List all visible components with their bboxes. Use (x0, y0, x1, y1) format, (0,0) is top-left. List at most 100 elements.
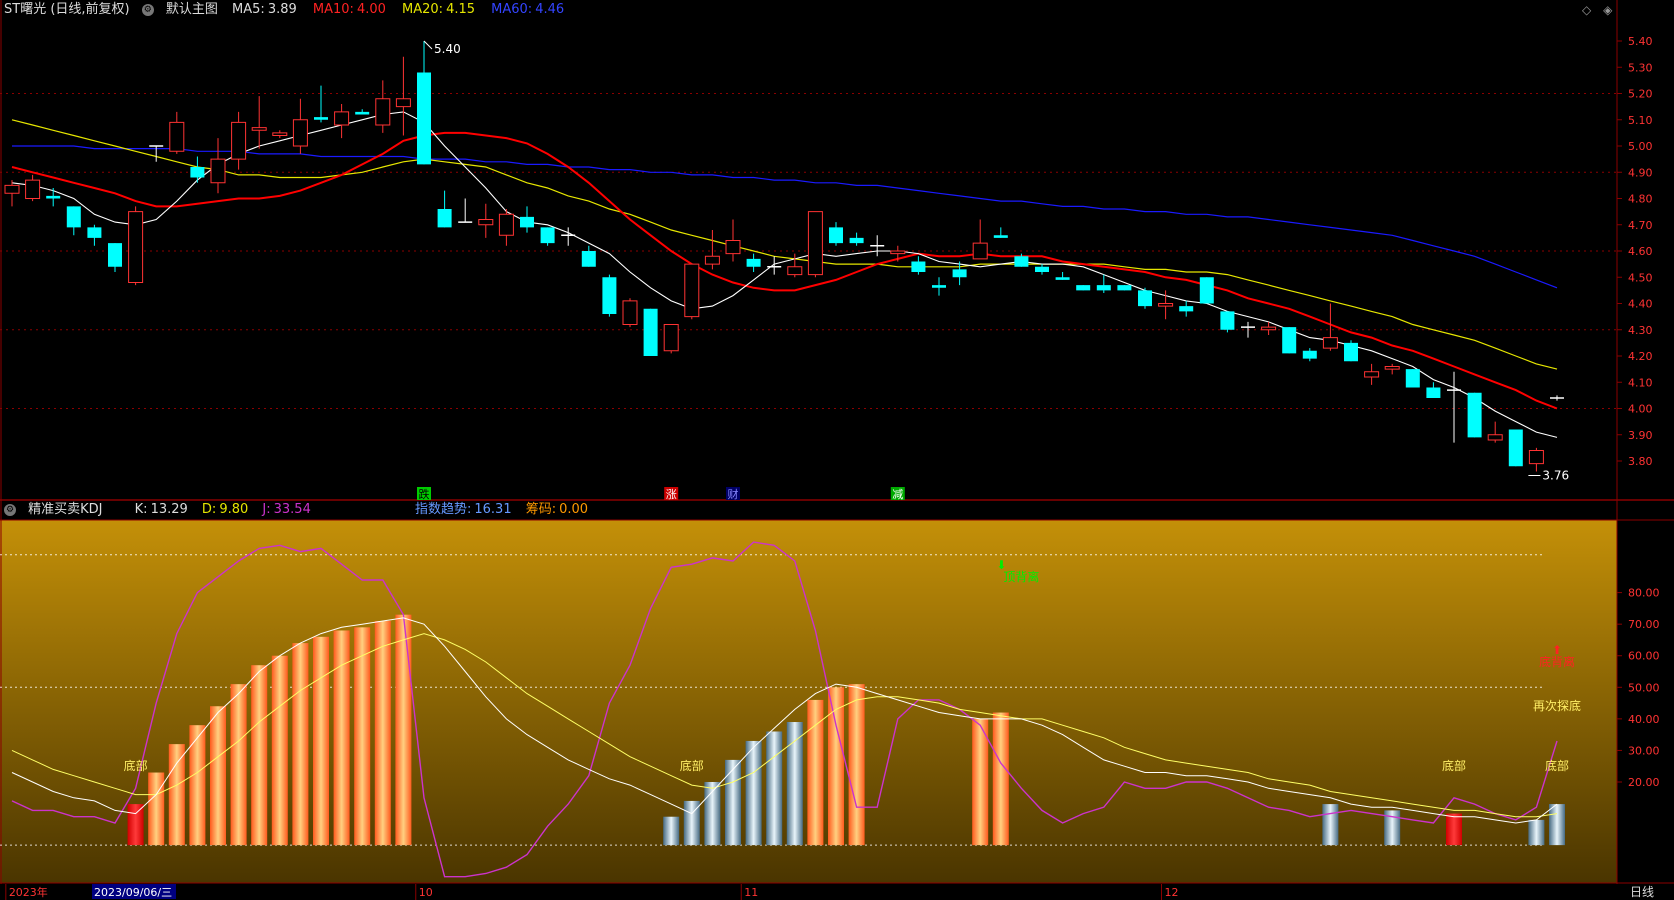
price-tick-label: 4.90 (1628, 166, 1653, 179)
candle-body (622, 300, 638, 325)
kdj-bar (395, 614, 412, 846)
kdj-tick-label: 80.00 (1628, 587, 1660, 600)
candle (231, 111, 247, 170)
price-tick-label: 4.60 (1628, 245, 1653, 258)
candle (395, 56, 411, 136)
candle (767, 256, 782, 275)
candle (829, 222, 843, 246)
candle (1302, 348, 1317, 362)
price-tick-label: 4.10 (1628, 376, 1653, 389)
price-tick-label: 4.30 (1628, 324, 1653, 337)
candle (25, 174, 41, 202)
candle (684, 263, 700, 320)
candle (1220, 311, 1235, 333)
candle (292, 98, 308, 154)
candle (87, 224, 102, 246)
price-tick-label: 4.70 (1628, 219, 1653, 232)
candle (1076, 285, 1091, 291)
event-marker-label: 财 (728, 487, 739, 501)
candle (746, 253, 761, 272)
candle (622, 298, 638, 328)
ma10-line (11, 131, 1558, 410)
kdj-tick-label: 50.00 (1628, 681, 1660, 694)
candle-body (4, 184, 20, 194)
kdj-bar (168, 744, 185, 846)
price-axis: 5.40 5.30 5.20 5.10 5.00 4.90 4.80 4.70 4.60 4.50… (1617, 35, 1653, 468)
price-tick-label: 5.20 (1628, 88, 1653, 101)
candle-body (25, 179, 41, 199)
event-marker-label: 减 (892, 488, 903, 501)
candle (1467, 392, 1482, 438)
kdj-tick-label: 60.00 (1628, 650, 1660, 663)
price-tick-label: 4.00 (1628, 403, 1653, 416)
price-tick-label: 4.80 (1628, 193, 1653, 206)
candle (1035, 264, 1049, 275)
price-tick-label: 5.30 (1628, 61, 1653, 74)
kdj-bar (1322, 804, 1339, 846)
candle (932, 277, 946, 296)
candle-body (684, 263, 700, 318)
candle (66, 206, 81, 236)
candle-body (1014, 256, 1029, 267)
candle (1179, 300, 1194, 317)
candle-body (787, 266, 803, 276)
candle-body (251, 127, 267, 131)
kdj-signal-label: 底部 (1442, 758, 1466, 773)
candle-body (704, 255, 720, 265)
max-price-label: 5.40 (434, 42, 461, 56)
kdj-axis: 80.00 70.00 60.00 50.00 40.00 30.00 20.00 (1617, 587, 1660, 789)
kdj-signal-label: 底背离 (1539, 654, 1575, 669)
kdj-tick-label: 30.00 (1628, 744, 1660, 757)
candle-body (1364, 371, 1380, 378)
candle-body (1158, 303, 1174, 307)
candle (1117, 285, 1132, 291)
candle-body (1508, 429, 1523, 467)
candle (849, 232, 864, 246)
kdj-signal-label: 底部 (680, 758, 704, 773)
candle-body (1302, 350, 1317, 359)
candle-body (272, 132, 288, 136)
candle-body (993, 235, 1008, 238)
candle (1405, 369, 1420, 388)
kdj-tick-label: 20.00 (1628, 776, 1660, 789)
x-axis-background (0, 884, 1674, 900)
candle (561, 227, 576, 246)
candle-body (395, 98, 411, 108)
kdj-tick-label: 70.00 (1628, 618, 1660, 631)
candle (1384, 363, 1400, 375)
candle (602, 274, 617, 317)
candle (1550, 395, 1564, 401)
candle-body (478, 219, 494, 226)
kdj-bar (725, 759, 741, 846)
candle-body (520, 216, 534, 228)
price-tick-label: 3.80 (1628, 455, 1653, 468)
date-axis: 2023年 10 11 12 2023/09/06/三 日线 (0, 884, 1674, 900)
candle-body (581, 251, 596, 267)
x-tick-label: 12 (1164, 886, 1178, 899)
candle (1096, 274, 1111, 293)
price-tick-label: 5.40 (1628, 35, 1653, 48)
candle (251, 96, 267, 149)
candle (911, 256, 926, 275)
candle (1487, 421, 1503, 443)
candle (663, 324, 679, 354)
candle (993, 227, 1008, 238)
candle-body (1282, 327, 1297, 354)
candle-body (128, 211, 144, 283)
candle-body (169, 121, 185, 152)
price-tick-label: 4.50 (1628, 271, 1653, 284)
kdj-bar (313, 636, 329, 846)
chart-canvas[interactable]: 5.40 5.30 5.20 5.10 5.00 4.90 4.80 4.70 4.60 4.50… (0, 0, 1674, 900)
kdj-tick-label: 40.00 (1628, 713, 1660, 726)
candlesticks (4, 41, 1564, 472)
candle-body (1344, 342, 1358, 362)
candle-body (952, 269, 967, 278)
min-price-label: 3.76 (1542, 469, 1569, 483)
candle-body (807, 211, 823, 276)
candle (520, 206, 534, 233)
candle (4, 180, 20, 207)
candle-body (1384, 366, 1400, 370)
x-tick-label: 11 (744, 886, 758, 899)
candle (725, 219, 741, 262)
candle-body (1261, 326, 1277, 331)
